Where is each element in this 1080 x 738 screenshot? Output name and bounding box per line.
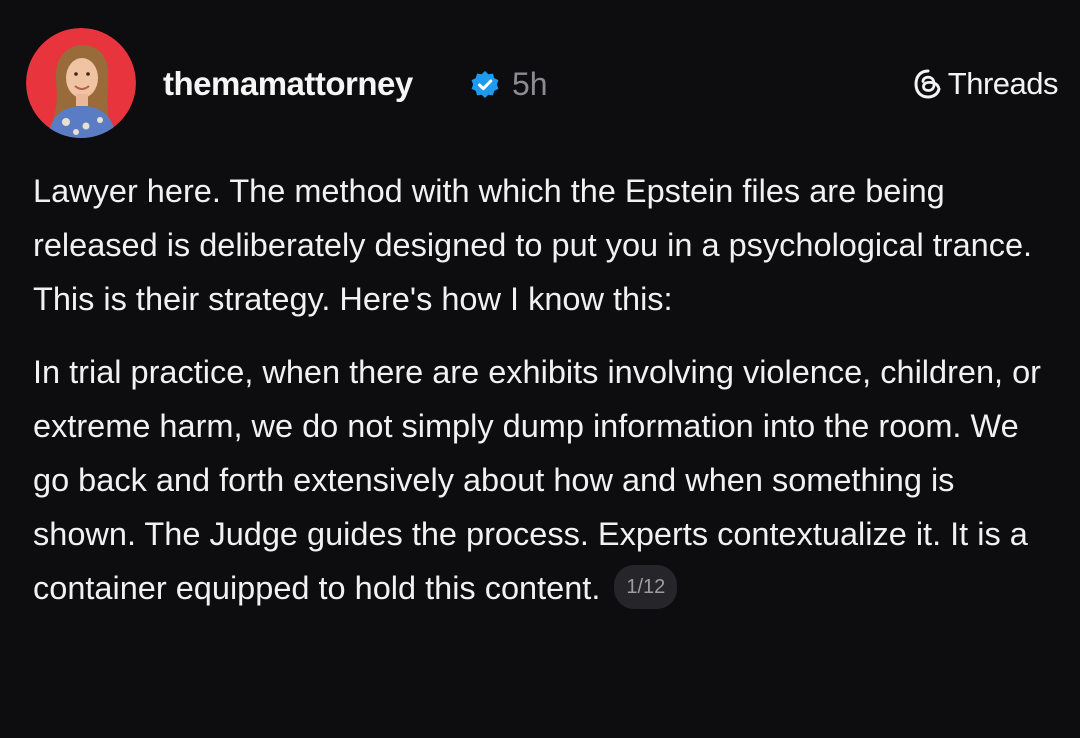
- threads-label: Threads: [947, 66, 1059, 101]
- thread-post: themamattorney 5h Threads Lawyer here. T…: [0, 0, 1080, 738]
- profile-photo-icon: [26, 28, 136, 138]
- post-paragraph-1: Lawyer here. The method with which the E…: [33, 173, 1033, 317]
- threads-logo-icon: [914, 69, 941, 99]
- page-indicator-badge: 1/12: [614, 565, 678, 610]
- threads-source-link[interactable]: Threads: [912, 62, 1059, 106]
- verified-badge-icon: [471, 71, 499, 98]
- author-avatar[interactable]: [26, 28, 136, 138]
- author-username[interactable]: themamattorney: [163, 62, 413, 106]
- post-paragraph-2: In trial practice, when there are exhibi…: [33, 345, 1063, 615]
- post-timestamp: 5h: [512, 66, 548, 102]
- post-paragraph-2-text: In trial practice, when there are exhibi…: [33, 354, 1042, 606]
- post-body: Lawyer here. The method with which the E…: [33, 164, 1063, 615]
